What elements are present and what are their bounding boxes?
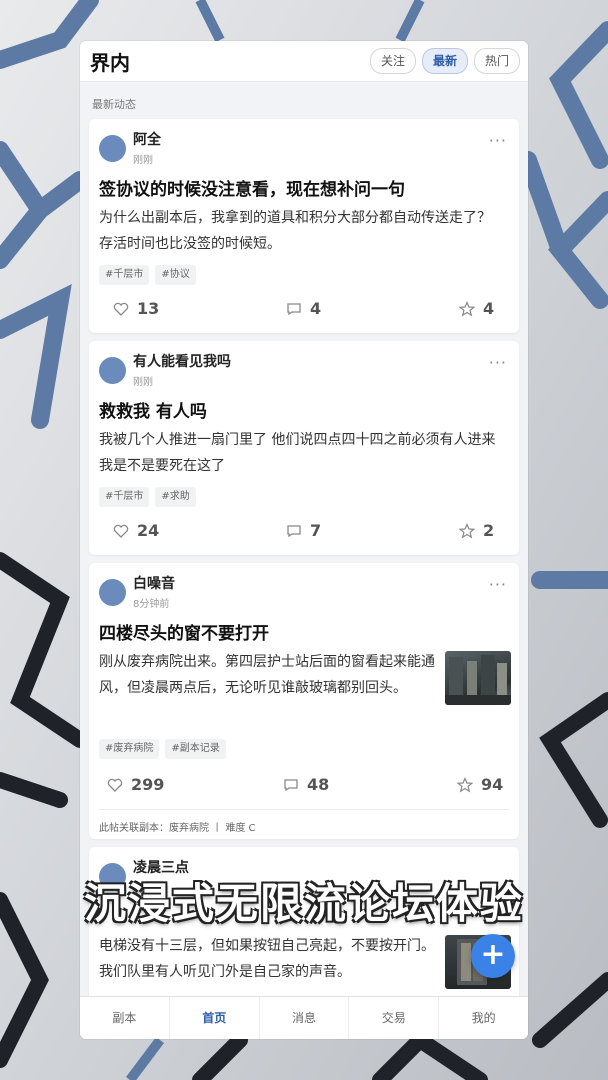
post-title[interactable]: 救救我 有人吗 xyxy=(99,397,207,422)
tag[interactable]: #废弃病院 xyxy=(99,739,160,759)
like-count: 13 xyxy=(137,299,160,318)
more-icon[interactable]: ··· xyxy=(489,353,507,372)
tag-list: #千层市 #求助 xyxy=(99,487,196,507)
post-time: 8分钟前 xyxy=(133,599,170,610)
post-body: 为什么出副本后，我拿到的道具和积分大部分都自动传送走了？存活时间也比没签的时候短… xyxy=(99,210,491,252)
plus-icon: + xyxy=(480,937,506,972)
app-title: 界内 xyxy=(90,51,130,75)
comment-count: 7 xyxy=(310,521,322,540)
heart-icon xyxy=(113,524,129,538)
section-label: 最新动态 xyxy=(92,98,136,111)
comment-icon xyxy=(284,778,298,791)
comment-button[interactable]: 7 xyxy=(286,521,321,540)
post-thumbnail[interactable] xyxy=(445,651,511,705)
comment-button[interactable]: 48 xyxy=(283,775,329,794)
comment-count: 48 xyxy=(307,775,330,794)
tag[interactable]: #千层市 xyxy=(99,265,150,285)
tag[interactable]: #求助 xyxy=(155,487,196,507)
post-title[interactable]: 四楼尽头的窗不要打开 xyxy=(99,619,269,644)
star-icon xyxy=(459,522,475,539)
promo-caption: 沉浸式无限流论坛体验 xyxy=(83,879,524,928)
top-bar: 界内 关注 最新 热门 xyxy=(80,41,528,82)
related-dungeon[interactable]: 此帖关联副本：废弃病院 丨 难度 C xyxy=(99,819,256,834)
comment-button[interactable]: 4 xyxy=(286,299,321,318)
feed-tabs: 关注 最新 热门 xyxy=(369,48,520,74)
tag[interactable]: #千层市 xyxy=(99,487,150,507)
more-icon[interactable]: ··· xyxy=(489,575,507,594)
author-name[interactable]: 阿全 xyxy=(133,129,161,149)
avatar[interactable] xyxy=(99,579,126,606)
like-count: 24 xyxy=(137,521,160,540)
new-post-button[interactable]: + xyxy=(471,934,515,978)
like-count: 299 xyxy=(131,775,165,794)
post-card[interactable]: 阿全 刚刚 ··· 签协议的时候没注意看，现在想补问一句 为什么出副本后，我拿到… xyxy=(89,119,519,333)
post-body: 电梯没有十三层，但如果按钮自己亮起，不要按开门。我们队里有人听见门外是自己家的声… xyxy=(99,938,435,980)
like-button[interactable]: 13 xyxy=(113,299,159,318)
divider xyxy=(99,809,509,810)
comment-count: 4 xyxy=(310,299,322,318)
comment-icon xyxy=(287,524,301,537)
avatar[interactable] xyxy=(99,357,126,384)
post-time: 刚刚 xyxy=(133,377,153,388)
post-body: 我被几个人推进一扇门里了 他们说四点四十四之前必须有人进来 我是不是要死在这了 xyxy=(99,432,496,474)
comment-icon xyxy=(287,302,301,315)
star-button[interactable]: 94 xyxy=(457,775,503,794)
post-title[interactable]: 签协议的时候没注意看，现在想补问一句 xyxy=(99,175,405,200)
tab-hot[interactable]: 热门 xyxy=(473,48,520,74)
tab-follow[interactable]: 关注 xyxy=(369,48,416,74)
tag[interactable]: #副本记录 xyxy=(165,739,226,759)
heart-icon xyxy=(107,778,123,792)
heart-icon xyxy=(113,302,129,316)
tag-list: #废弃病院 #副本记录 xyxy=(99,739,226,759)
nav-profile[interactable]: 我的 xyxy=(438,997,528,1039)
author-name[interactable]: 有人能看见我吗 xyxy=(133,351,231,371)
star-count: 2 xyxy=(483,521,495,540)
post-time: 刚刚 xyxy=(133,155,153,166)
star-icon xyxy=(459,300,475,317)
more-icon[interactable]: ··· xyxy=(489,131,507,150)
star-icon xyxy=(457,776,473,793)
post-card[interactable]: 有人能看见我吗 刚刚 ··· 救救我 有人吗 我被几个人推进一扇门里了 他们说四… xyxy=(89,341,519,555)
avatar[interactable] xyxy=(99,135,126,162)
nav-dungeon[interactable]: 副本 xyxy=(80,997,169,1039)
author-name[interactable]: 白噪音 xyxy=(133,573,175,593)
tag-list: #千层市 #协议 xyxy=(99,265,196,285)
star-count: 4 xyxy=(483,299,495,318)
nav-trade[interactable]: 交易 xyxy=(348,997,438,1039)
post-body: 刚从废弃病院出来。第四层护士站后面的窗看起来能通风，但凌晨两点后，无论听见谁敲玻… xyxy=(99,654,435,696)
like-button[interactable]: 299 xyxy=(107,775,164,794)
tag[interactable]: #协议 xyxy=(155,265,196,285)
like-button[interactable]: 24 xyxy=(113,521,159,540)
star-button[interactable]: 4 xyxy=(459,299,494,318)
post-card[interactable]: 白噪音 8分钟前 ··· 四楼尽头的窗不要打开 刚从废弃病院出来。第四层护士站后… xyxy=(89,563,519,839)
bottom-nav: 副本 首页 消息 交易 我的 xyxy=(80,996,528,1039)
star-button[interactable]: 2 xyxy=(459,521,494,540)
star-count: 94 xyxy=(481,775,504,794)
tab-latest[interactable]: 最新 xyxy=(421,48,468,74)
nav-home[interactable]: 首页 xyxy=(168,997,259,1039)
nav-messages[interactable]: 消息 xyxy=(258,997,349,1039)
